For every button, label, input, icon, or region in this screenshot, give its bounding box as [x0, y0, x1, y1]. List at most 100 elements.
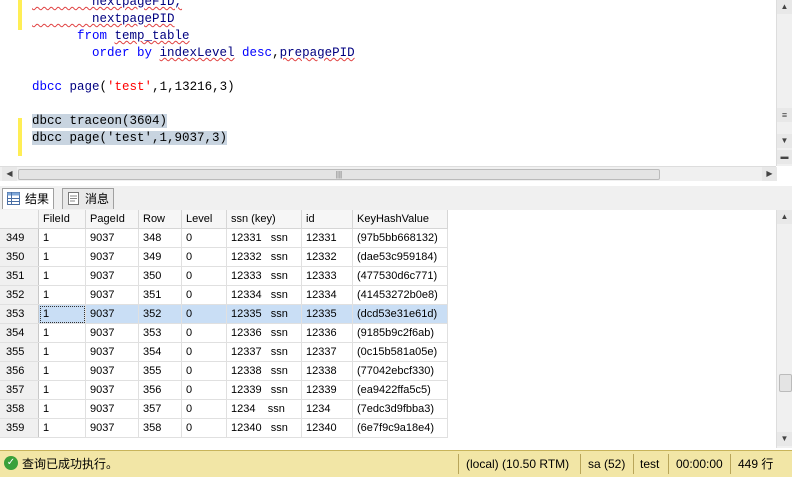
table-cell[interactable]: 0: [181, 285, 227, 305]
table-cell[interactable]: 0: [181, 228, 227, 248]
table-cell[interactable]: (dae53c959184): [352, 247, 448, 267]
table-cell[interactable]: 1: [38, 247, 86, 267]
scroll-right-icon[interactable]: ▶: [762, 167, 777, 181]
table-cell[interactable]: 9037: [85, 380, 139, 400]
table-cell[interactable]: 1: [38, 418, 86, 438]
tab-results[interactable]: 结果: [2, 188, 55, 209]
code-line[interactable]: order by indexLevel desc,prepagePID: [32, 45, 355, 62]
table-cell[interactable]: 9037: [85, 266, 139, 286]
scroll-down-icon[interactable]: ▼: [777, 134, 792, 148]
table-cell[interactable]: (477530d6c771): [352, 266, 448, 286]
table-row[interactable]: 353 1 9037 352 0 12335 ssn 12335 (dcd53e31e61d): [0, 304, 448, 324]
scroll-up-icon[interactable]: ▲: [777, 0, 792, 14]
table-cell[interactable]: 1: [38, 228, 86, 248]
column-header[interactable]: id: [301, 210, 353, 229]
table-cell[interactable]: 12333 ssn: [226, 266, 302, 286]
table-cell[interactable]: 0: [181, 323, 227, 343]
grid-vertical-scrollbar[interactable]: ▲ ▼: [776, 210, 792, 448]
table-cell[interactable]: 12339 ssn: [226, 380, 302, 400]
table-cell[interactable]: 350: [138, 266, 182, 286]
column-header[interactable]: Row: [138, 210, 182, 229]
table-cell[interactable]: 357: [138, 399, 182, 419]
table-cell[interactable]: 12335: [301, 304, 353, 324]
row-number[interactable]: 359: [0, 418, 39, 438]
table-cell[interactable]: 0: [181, 304, 227, 324]
row-number[interactable]: 356: [0, 361, 39, 381]
table-row[interactable]: 351 1 9037 350 0 12333 ssn 12333 (477530d6c771): [0, 266, 448, 286]
table-cell[interactable]: 0: [181, 418, 227, 438]
table-cell[interactable]: (0c15b581a05e): [352, 342, 448, 362]
table-cell[interactable]: 9037: [85, 228, 139, 248]
row-number[interactable]: 358: [0, 399, 39, 419]
table-cell[interactable]: 1: [38, 304, 86, 324]
table-cell[interactable]: 9037: [85, 399, 139, 419]
table-cell[interactable]: 12334: [301, 285, 353, 305]
table-cell[interactable]: 1234: [301, 399, 353, 419]
table-cell[interactable]: 12334 ssn: [226, 285, 302, 305]
table-row[interactable]: 354 1 9037 353 0 12336 ssn 12336 (9185b9c2f6ab): [0, 323, 448, 343]
table-cell[interactable]: 348: [138, 228, 182, 248]
table-cell[interactable]: 9037: [85, 361, 139, 381]
code-line[interactable]: nextpagePID: [32, 11, 175, 28]
results-table[interactable]: FileId PageId Row Level ssn (key) id KeyHashVa…: [0, 210, 448, 438]
row-number[interactable]: 353: [0, 304, 39, 324]
table-cell[interactable]: 356: [138, 380, 182, 400]
table-cell[interactable]: 1: [38, 285, 86, 305]
table-cell[interactable]: 12332: [301, 247, 353, 267]
table-cell[interactable]: 0: [181, 361, 227, 381]
row-number[interactable]: 352: [0, 285, 39, 305]
sql-editor[interactable]: nextpageFID, nextpagePID from temp_table…: [0, 0, 776, 166]
table-cell[interactable]: 1234 ssn: [226, 399, 302, 419]
table-cell[interactable]: 12331: [301, 228, 353, 248]
table-cell[interactable]: 12337 ssn: [226, 342, 302, 362]
table-cell[interactable]: 0: [181, 342, 227, 362]
table-cell[interactable]: 12332 ssn: [226, 247, 302, 267]
table-cell[interactable]: 1: [38, 323, 86, 343]
code-line[interactable]: nextpageFID,: [32, 0, 182, 11]
table-cell[interactable]: 12333: [301, 266, 353, 286]
tab-messages[interactable]: 消息: [62, 188, 115, 209]
table-cell[interactable]: 1: [38, 399, 86, 419]
horizontal-scroll-thumb[interactable]: |||: [18, 169, 660, 180]
table-cell[interactable]: (6e7f9c9a18e4): [352, 418, 448, 438]
results-grid[interactable]: FileId PageId Row Level ssn (key) id KeyHashVa…: [0, 210, 776, 448]
table-cell[interactable]: 9037: [85, 342, 139, 362]
column-header[interactable]: [0, 210, 39, 229]
table-row[interactable]: 350 1 9037 349 0 12332 ssn 12332 (dae53c959184): [0, 247, 448, 267]
table-row[interactable]: 356 1 9037 355 0 12338 ssn 12338 (77042ebcf330): [0, 361, 448, 381]
table-cell[interactable]: 0: [181, 266, 227, 286]
scroll-down-icon[interactable]: ▼: [777, 432, 792, 446]
editor-vertical-scrollbar[interactable]: ▲ ≡ ▼ ▬: [776, 0, 792, 166]
table-cell[interactable]: 353: [138, 323, 182, 343]
table-cell[interactable]: (77042ebcf330): [352, 361, 448, 381]
table-cell[interactable]: 12340 ssn: [226, 418, 302, 438]
table-cell[interactable]: (dcd53e31e61d): [352, 304, 448, 324]
editor-horizontal-scrollbar[interactable]: ◀ ||| ▶: [0, 166, 777, 181]
column-header[interactable]: KeyHashValue: [352, 210, 448, 229]
column-header[interactable]: ssn (key): [226, 210, 302, 229]
table-cell[interactable]: 355: [138, 361, 182, 381]
table-cell[interactable]: 351: [138, 285, 182, 305]
row-number[interactable]: 351: [0, 266, 39, 286]
row-number[interactable]: 350: [0, 247, 39, 267]
code-line[interactable]: dbcc traceon(3604): [32, 113, 168, 130]
scroll-up-icon[interactable]: ▲: [777, 210, 792, 224]
column-header[interactable]: FileId: [38, 210, 86, 229]
column-header[interactable]: Level: [181, 210, 227, 229]
split-icon[interactable]: ▬: [777, 150, 792, 164]
table-cell[interactable]: 12339: [301, 380, 353, 400]
table-cell[interactable]: 12337: [301, 342, 353, 362]
table-row[interactable]: 352 1 9037 351 0 12334 ssn 12334 (41453272b0e8): [0, 285, 448, 305]
table-row[interactable]: 349 1 9037 348 0 12331 ssn 12331 (97b5bb668132): [0, 228, 448, 248]
table-cell[interactable]: 12335 ssn: [226, 304, 302, 324]
table-cell[interactable]: 9037: [85, 304, 139, 324]
code-line[interactable]: dbcc page('test',1,13216,3): [32, 79, 235, 96]
row-number[interactable]: 349: [0, 228, 39, 248]
table-row[interactable]: 359 1 9037 358 0 12340 ssn 12340 (6e7f9c9a18e4): [0, 418, 448, 438]
row-number[interactable]: 354: [0, 323, 39, 343]
table-cell[interactable]: 0: [181, 399, 227, 419]
table-cell[interactable]: 12338: [301, 361, 353, 381]
table-cell[interactable]: 9037: [85, 418, 139, 438]
column-header[interactable]: PageId: [85, 210, 139, 229]
table-cell[interactable]: 12340: [301, 418, 353, 438]
